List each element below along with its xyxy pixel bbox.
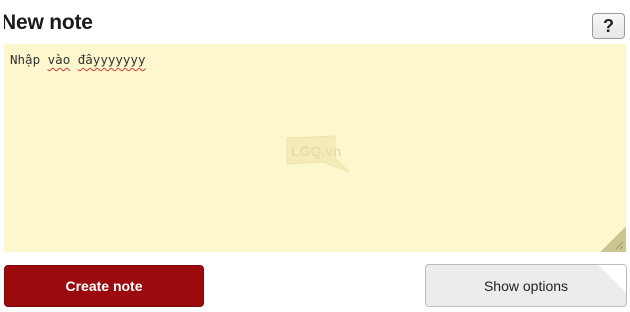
folded-corner	[597, 265, 626, 294]
misspelled-word: vào	[47, 52, 71, 67]
note-space	[70, 52, 78, 67]
page-title-rest: ew note	[16, 11, 93, 34]
help-button[interactable]: ?	[592, 13, 625, 39]
show-options-button[interactable]: Show options	[425, 264, 627, 307]
page-title: New note	[4, 11, 93, 35]
note-textarea[interactable]: Nhập vào đâyyyyyyy LGQ.vn	[4, 44, 626, 252]
note-word: Nhập	[10, 52, 48, 67]
show-options-label: Show options	[483, 277, 569, 294]
watermark-logo: LGQ.vn	[286, 135, 350, 173]
watermark-text: LGQ.vn	[291, 143, 342, 159]
note-content: Nhập vào đâyyyyyyy	[10, 52, 145, 67]
resize-handle-icon[interactable]	[615, 241, 624, 250]
create-note-button[interactable]: Create note	[4, 265, 204, 307]
misspelled-word: đâyyyyyyy	[77, 52, 146, 67]
new-note-page: New note ? Nhập vào đâyyyyyyy LGQ.vn Cre…	[0, 0, 630, 312]
page-title-first-letter: N	[4, 11, 16, 34]
